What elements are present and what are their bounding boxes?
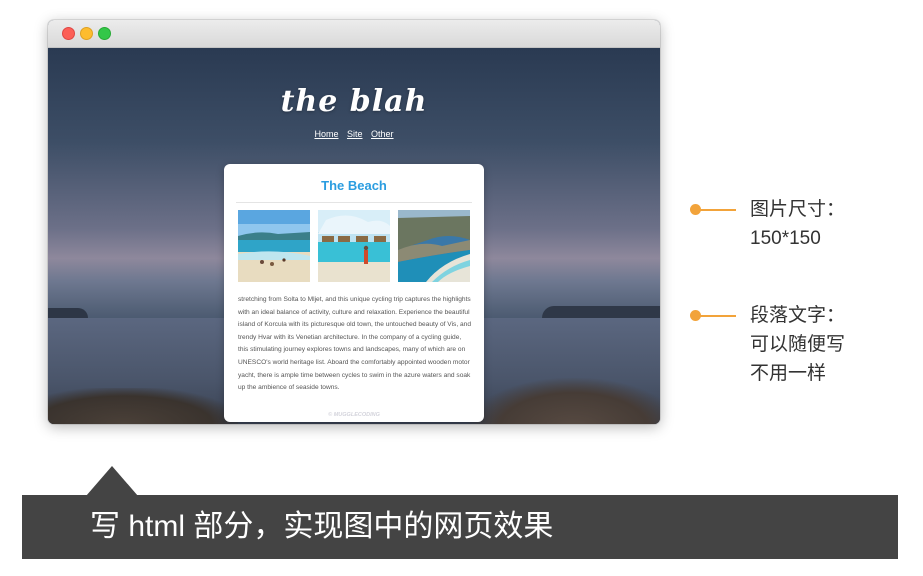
- nav-link-other[interactable]: Other: [371, 129, 394, 139]
- close-button[interactable]: [62, 27, 75, 40]
- annotation-line-2: [700, 315, 736, 317]
- background-island-right: [542, 306, 660, 318]
- annotation-paragraph-line3: 不用一样: [750, 363, 827, 384]
- beach-photo-3[interactable]: [398, 210, 470, 282]
- nav-link-site[interactable]: Site: [347, 129, 363, 139]
- caption-bar: 写 html 部分，实现图中的网页效果: [22, 495, 898, 559]
- browser-window: the blah Home Site Other The Beach stret…: [48, 20, 660, 424]
- maximize-button[interactable]: [98, 27, 111, 40]
- background-rocks-left: [48, 388, 238, 424]
- site-nav: Home Site Other: [48, 129, 660, 139]
- annotation-paragraph-line2: 可以随便写: [750, 334, 846, 355]
- card-paragraph: stretching from Solta to Mljet, and this…: [238, 296, 472, 392]
- site-logo[interactable]: the blah: [48, 84, 660, 119]
- beach-photo-1[interactable]: [238, 210, 310, 282]
- page-footer: © MUGGLECODING: [328, 412, 380, 418]
- page-viewport: the blah Home Site Other The Beach stret…: [48, 48, 660, 424]
- annotation-image-size: 图片尺寸： 150*150: [750, 195, 845, 253]
- caption-pointer: [86, 466, 138, 496]
- nav-link-home[interactable]: Home: [314, 129, 338, 139]
- beach-photo-2[interactable]: [318, 210, 390, 282]
- annotation-image-size-line1: 图片尺寸：: [750, 199, 846, 220]
- card-title: The Beach: [321, 178, 387, 193]
- annotation-paragraph-line1: 段落文字：: [750, 305, 846, 326]
- minimize-button[interactable]: [80, 27, 93, 40]
- card-divider: [236, 202, 472, 203]
- content-card: The Beach stretching from Solta to Mljet…: [224, 164, 484, 422]
- annotation-line-1: [700, 209, 736, 211]
- annotation-image-size-line2: 150*150: [750, 228, 821, 249]
- annotation-paragraph: 段落文字： 可以随便写 不用一样: [750, 301, 845, 388]
- caption-text: 写 html 部分，实现图中的网页效果: [90, 510, 554, 543]
- title-bar: [48, 20, 660, 48]
